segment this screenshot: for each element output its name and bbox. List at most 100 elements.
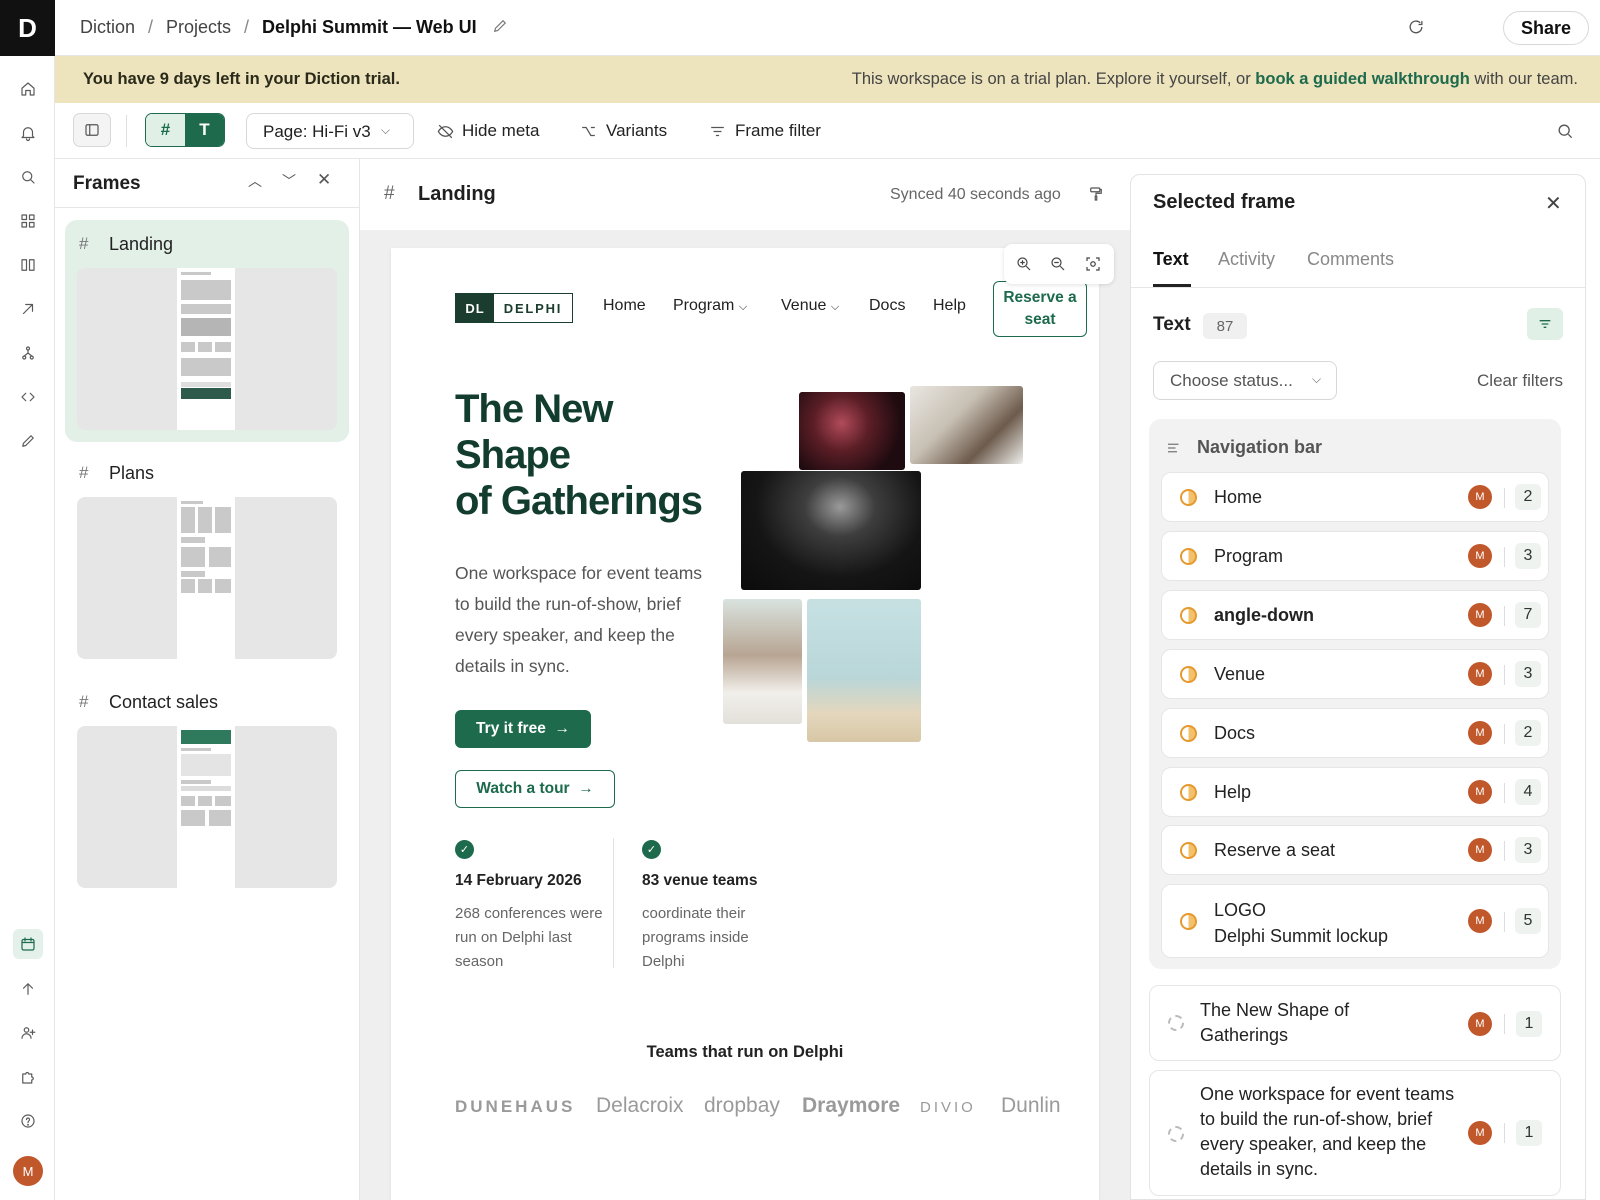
site-nav-program-label: Program — [673, 297, 735, 314]
workshop-photo — [723, 599, 802, 724]
try-free-button[interactable]: Try it free → — [455, 710, 591, 748]
tab-text[interactable]: Text — [1153, 249, 1189, 270]
puzzle-icon[interactable] — [13, 1062, 43, 1092]
page-select[interactable]: Page: Hi-Fi v3 ⌵ — [246, 113, 414, 149]
check-icon: ✓ — [642, 840, 661, 859]
frame-item-plans[interactable]: # Plans — [65, 449, 349, 671]
frame-item-landing[interactable]: # Landing — [65, 220, 349, 442]
hide-meta-button[interactable]: Hide meta — [462, 121, 539, 141]
close-icon[interactable]: ✕ — [1545, 191, 1562, 216]
status-in-progress-icon — [1180, 666, 1197, 683]
bell-icon[interactable] — [13, 118, 43, 148]
text-row[interactable]: Help M 4 — [1161, 767, 1549, 817]
breadcrumb-current: Delphi Summit — Web UI — [262, 17, 477, 37]
add-user-icon[interactable] — [13, 1018, 43, 1048]
search-icon[interactable] — [13, 162, 43, 192]
branch-icon[interactable] — [13, 338, 43, 368]
status-empty-icon — [1168, 1015, 1184, 1031]
arrow-up-right-icon[interactable] — [13, 294, 43, 324]
text-row[interactable]: Home M 2 — [1161, 472, 1549, 522]
navigation-bar-group: Navigation bar Home M 2 Program M 3 angl… — [1149, 419, 1561, 969]
hero-title-line: of Gatherings — [455, 479, 703, 523]
site-nav-program[interactable]: Program ⌵ — [673, 297, 747, 315]
text-section-title: Text — [1153, 314, 1191, 335]
frame-hash-icon: # — [79, 463, 89, 482]
breadcrumb-separator: / — [244, 17, 250, 37]
text-card[interactable]: The New Shape of Gatherings M 1 — [1149, 985, 1561, 1061]
calendar-icon[interactable] — [13, 929, 43, 959]
text-row[interactable]: Program M 3 — [1161, 531, 1549, 581]
text-mode-button[interactable]: T — [185, 114, 224, 146]
frame-thumbnail — [77, 497, 337, 659]
pencil-icon[interactable] — [13, 426, 43, 456]
brand-logo: Dunlin — [1001, 1094, 1061, 1117]
site-nav-home[interactable]: Home — [603, 297, 646, 315]
text-row[interactable]: Reserve a seat M 3 — [1161, 825, 1549, 875]
site-logo[interactable]: DL DELPHI — [455, 293, 573, 323]
text-row[interactable]: Venue M 3 — [1161, 649, 1549, 699]
arrow-right-icon: → — [578, 780, 594, 797]
zoom-in-icon[interactable] — [1015, 255, 1033, 273]
site-nav-help[interactable]: Help — [933, 297, 966, 315]
design-canvas[interactable]: DL DELPHI Home Program ⌵ Venue ⌵ Docs He… — [360, 230, 1130, 1200]
site-nav-docs[interactable]: Docs — [869, 297, 905, 315]
hero-title: The New Shape of Gatherings — [455, 386, 745, 524]
collapse-icon[interactable]: ✕ — [317, 170, 331, 190]
variants-icon — [579, 122, 598, 146]
app-logo[interactable]: D — [0, 0, 55, 56]
paint-roller-icon[interactable] — [1087, 185, 1105, 208]
breadcrumb-projects[interactable]: Projects — [166, 17, 231, 38]
edit-icon[interactable] — [491, 17, 511, 37]
avatar: M — [1468, 1121, 1492, 1145]
status-select[interactable]: Choose status... ⌵ — [1153, 361, 1337, 400]
text-row[interactable]: Docs M 2 — [1161, 708, 1549, 758]
frames-mode-button[interactable]: # — [146, 114, 185, 146]
user-avatar[interactable]: M — [13, 1156, 43, 1186]
trial-info-text: This workspace is on a trial plan. Explo… — [852, 70, 1578, 89]
search-icon[interactable] — [1555, 121, 1575, 146]
chevron-down-icon: ⌵ — [1312, 372, 1322, 386]
avatar: M — [1468, 603, 1492, 627]
variants-button[interactable]: Variants — [606, 121, 667, 141]
text-row-label: Program — [1214, 546, 1284, 566]
walkthrough-link[interactable]: book a guided walkthrough — [1255, 70, 1470, 88]
columns-icon[interactable] — [13, 250, 43, 280]
tab-activity[interactable]: Activity — [1218, 249, 1275, 270]
arrow-right-icon: → — [554, 720, 570, 737]
brand-logo: Draymore — [802, 1094, 901, 1117]
text-row[interactable]: LOGO Delphi Summit lockup M 5 — [1161, 884, 1549, 958]
site-nav-venue[interactable]: Venue ⌵ — [781, 297, 839, 315]
frame-filter-button[interactable]: Frame filter — [735, 121, 821, 141]
tab-comments[interactable]: Comments — [1307, 249, 1394, 270]
frame-hash-icon: # — [79, 234, 89, 253]
text-row-label-line: Delphi Summit lockup — [1214, 926, 1389, 946]
text-card[interactable]: One workspace for event teams to build t… — [1149, 1070, 1561, 1196]
sidebar-toggle-icon[interactable] — [73, 113, 111, 147]
share-button[interactable]: Share — [1503, 11, 1589, 45]
watch-tour-label: Watch a tour — [476, 780, 570, 797]
watch-tour-button[interactable]: Watch a tour → — [455, 770, 615, 808]
stage-photo — [741, 471, 921, 590]
reserve-seat-button[interactable]: Reserve a seat — [993, 281, 1087, 337]
help-icon[interactable] — [13, 1106, 43, 1136]
filter-button[interactable] — [1527, 308, 1563, 340]
landing-page-frame[interactable]: DL DELPHI Home Program ⌵ Venue ⌵ Docs He… — [391, 248, 1099, 1200]
text-row[interactable]: angle-down M 7 — [1161, 590, 1549, 640]
chevron-down-icon: ⌵ — [381, 123, 391, 137]
grid-icon[interactable] — [13, 206, 43, 236]
frame-item-contact-sales[interactable]: # Contact sales — [65, 678, 349, 900]
row-divider — [1504, 1014, 1505, 1034]
code-icon[interactable] — [13, 382, 43, 412]
upload-icon[interactable] — [13, 974, 43, 1004]
breadcrumb-root[interactable]: Diction — [80, 17, 135, 38]
home-icon[interactable] — [13, 74, 43, 104]
check-icon: ✓ — [455, 840, 474, 859]
avatar: M — [1468, 662, 1492, 686]
trial-info-suffix: with our team. — [1469, 70, 1578, 88]
clear-filters-link[interactable]: Clear filters — [1477, 371, 1563, 391]
refresh-icon[interactable] — [1406, 17, 1426, 42]
zoom-out-icon[interactable] — [1049, 255, 1067, 273]
fit-screen-icon[interactable] — [1084, 255, 1102, 273]
chevron-up-icon[interactable]: ︿ — [248, 171, 262, 191]
chevron-down-icon[interactable]: ﹀ — [282, 171, 296, 191]
